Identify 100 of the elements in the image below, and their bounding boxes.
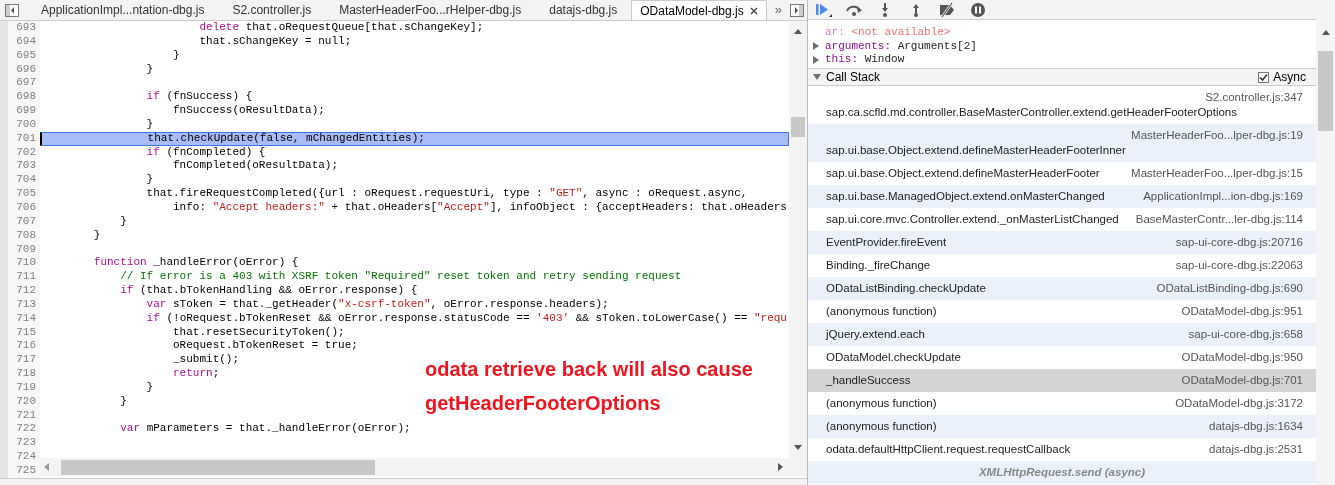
horizontal-scrollbar[interactable] bbox=[40, 458, 807, 476]
stack-frame[interactable]: sap.ui.base.ManagedObject.extend.onMasterChanged ApplicationImpl...ion-dbg.js:169 bbox=[808, 185, 1316, 208]
scrollbar-thumb[interactable] bbox=[791, 117, 805, 137]
code-line: that.checkUpdate(false, mChangedEntities); bbox=[146, 131, 425, 146]
stack-frame[interactable]: ODataListBinding.checkUpdate ODataListBinding-dbg.js:690 bbox=[808, 277, 1316, 300]
code-line: if (fnCompleted) { bbox=[145, 145, 266, 160]
source-location[interactable]: ODataModel-dbg.js:951 bbox=[1181, 304, 1303, 319]
source-location[interactable]: ODataModel-dbg.js:701 bbox=[1181, 373, 1303, 388]
source-location[interactable]: sap-ui-core-dbg.js:20716 bbox=[1175, 235, 1303, 250]
stack-frame[interactable]: _handleSuccess ODataModel-dbg.js:701 bbox=[808, 369, 1316, 392]
code-line: return; bbox=[172, 367, 220, 381]
async-separator: XMLHttpRequest.send (async) bbox=[978, 465, 1146, 480]
code-line: that.fireRequestCompleted({url : oRequest.requestUri, type : "GET", async : oRequest.async, bbox=[145, 187, 748, 201]
function-name: ODataListBinding.checkUpdate bbox=[826, 281, 986, 296]
file-tab[interactable]: ODataModel-dbg.js bbox=[631, 0, 767, 20]
function-name: (anonymous function) bbox=[826, 419, 937, 434]
more-tabs-button[interactable]: » bbox=[766, 0, 790, 20]
function-name: (anonymous function) bbox=[826, 396, 937, 411]
annotation-text: getHeaderFooterOptions bbox=[425, 392, 662, 414]
code-line: var mParameters = that._handleError(oError); bbox=[119, 422, 411, 437]
source-location[interactable]: MasterHeaderFoo...lper-dbg.js:19 bbox=[1131, 129, 1303, 141]
line-number: 711 bbox=[8, 270, 40, 285]
code-line: // If error is a 403 with XSRF token "Required" reset token and retry sending request bbox=[119, 270, 682, 285]
code-line: } bbox=[172, 48, 180, 63]
code-line: } bbox=[92, 228, 101, 243]
line-number: 703 bbox=[8, 159, 40, 174]
file-tab[interactable]: ApplicationImpl...ntation-dbg.js bbox=[27, 0, 219, 20]
file-tab[interactable]: MasterHeaderFoo...rHelper-dbg.js bbox=[325, 0, 536, 20]
file-tab[interactable]: S2.controller.js bbox=[218, 0, 326, 20]
stack-frame[interactable]: MasterHeaderFoo...lper-dbg.js:19 sap.ui.base.Object.extend.defineMasterHeaderFooterInner bbox=[808, 124, 1316, 162]
scope-variable[interactable]: this: Window bbox=[825, 53, 905, 67]
function-name: odata.defaultHttpClient.request.requestCallback bbox=[826, 442, 1071, 457]
line-number: 725 bbox=[8, 464, 40, 478]
code-line: fnCompleted(oResultData); bbox=[172, 159, 339, 174]
scope-variable[interactable]: arguments: Arguments[2] bbox=[825, 39, 977, 53]
deactivate-breakpoints-icon[interactable] bbox=[938, 1, 956, 18]
function-name: jQuery.extend.each bbox=[826, 327, 925, 342]
source-location[interactable]: ODataModel-dbg.js:3172 bbox=[1175, 396, 1303, 411]
scroll-up-icon[interactable] bbox=[794, 29, 802, 34]
scroll-left-icon[interactable] bbox=[44, 463, 49, 471]
code-line: } bbox=[119, 394, 127, 409]
source-location[interactable]: S2.controller.js:347 bbox=[1205, 91, 1303, 103]
source-location[interactable]: ODataModel-dbg.js:950 bbox=[1181, 350, 1303, 365]
stack-frame[interactable]: EventProvider.fireEvent sap-ui-core-dbg.js:20716 bbox=[808, 231, 1316, 254]
code-line: delete that.oRequestQueue[that.sChangeKey]; bbox=[198, 21, 484, 35]
panel-toggle-icon[interactable] bbox=[789, 3, 804, 17]
collapse-triangle-icon[interactable] bbox=[813, 73, 821, 81]
line-number: 699 bbox=[8, 104, 40, 118]
scroll-up-icon[interactable] bbox=[1321, 30, 1330, 35]
code-line: var sToken = that._getHeader("x-csrf-token", oError.response.headers); bbox=[145, 297, 609, 312]
function-name: Binding._fireChange bbox=[826, 258, 931, 273]
source-location[interactable]: sap-ui-core-dbg.js:658 bbox=[1188, 327, 1303, 342]
function-name: _handleSuccess bbox=[826, 373, 911, 388]
line-number: 697 bbox=[8, 76, 40, 91]
async-checkbox[interactable]: Async bbox=[1258, 68, 1306, 86]
scrollbar-thumb[interactable] bbox=[1318, 51, 1333, 131]
line-number: 716 bbox=[8, 339, 40, 354]
function-name: ODataModel.checkUpdate bbox=[826, 350, 961, 365]
code-line: oRequest.bTokenReset = true; bbox=[172, 339, 358, 354]
code-line: if (that.bTokenHandling && oError.response) { bbox=[119, 284, 418, 298]
scrollbar-thumb[interactable] bbox=[61, 459, 375, 475]
function-name: sap.ui.core.mvc.Controller.extend._onMasterListChanged bbox=[826, 212, 1119, 227]
resume-icon[interactable] bbox=[814, 1, 832, 18]
source-location[interactable]: datajs-dbg.js:1634 bbox=[1209, 419, 1303, 434]
line-number: 722 bbox=[8, 422, 40, 437]
line-number: 723 bbox=[8, 436, 40, 451]
stack-frame[interactable]: jQuery.extend.each sap-ui-core-dbg.js:658 bbox=[808, 323, 1316, 346]
scroll-down-icon[interactable] bbox=[794, 445, 802, 450]
close-icon[interactable] bbox=[749, 6, 758, 15]
code-line: } bbox=[145, 380, 154, 395]
line-number: 712 bbox=[8, 284, 40, 298]
source-location[interactable]: datajs-dbg.js:2531 bbox=[1209, 442, 1303, 457]
code-line: } bbox=[145, 117, 154, 132]
code-line: } bbox=[119, 214, 127, 229]
source-location[interactable]: BaseMasterContr...ler-dbg.js:114 bbox=[1135, 212, 1303, 227]
vertical-scrollbar[interactable] bbox=[789, 21, 807, 458]
pause-icon[interactable] bbox=[969, 1, 987, 18]
checkmark-icon bbox=[1259, 72, 1269, 82]
source-location[interactable]: MasterHeaderFoo...lper-dbg.js:15 bbox=[1131, 166, 1303, 181]
line-number: 704 bbox=[8, 173, 40, 188]
line-number: 698 bbox=[8, 90, 40, 105]
source-location[interactable]: sap-ui-core-dbg.js:22063 bbox=[1175, 258, 1303, 273]
scope-variable: ar: <not available> bbox=[825, 26, 951, 40]
panel-toggle-icon[interactable] bbox=[5, 3, 19, 17]
file-tab[interactable]: datajs-dbg.js bbox=[535, 0, 632, 20]
code-line: if (!oRequest.bTokenReset && oError.response.statusCode == '403' && sToken.toLowerCase() == "requ bbox=[145, 311, 787, 326]
source-location[interactable]: ODataListBinding-dbg.js:690 bbox=[1156, 281, 1303, 296]
section-title[interactable]: Call Stack bbox=[826, 68, 881, 86]
code-line: _submit(); bbox=[172, 353, 240, 368]
code-line: } bbox=[145, 62, 154, 77]
stack-frame[interactable]: (anonymous function) datajs-dbg.js:1634 bbox=[808, 415, 1316, 438]
function-name: sap.ui.base.ManagedObject.extend.onMasterChanged bbox=[826, 189, 1105, 204]
line-number: 693 bbox=[8, 21, 40, 35]
scroll-right-icon[interactable] bbox=[778, 463, 783, 471]
line-number: 705 bbox=[8, 187, 40, 201]
function-name: sap.ui.base.Object.extend.defineMasterHeaderFooterInner bbox=[826, 143, 1126, 158]
source-location[interactable]: ApplicationImpl...ion-dbg.js:169 bbox=[1143, 189, 1303, 204]
code-line: info: "Accept headers:" + that.oHeaders["Accept"], infoObject : {acceptHeaders: that.oHeaders bbox=[172, 200, 787, 215]
function-name: EventProvider.fireEvent bbox=[826, 235, 947, 250]
vertical-scrollbar[interactable] bbox=[1316, 0, 1335, 485]
